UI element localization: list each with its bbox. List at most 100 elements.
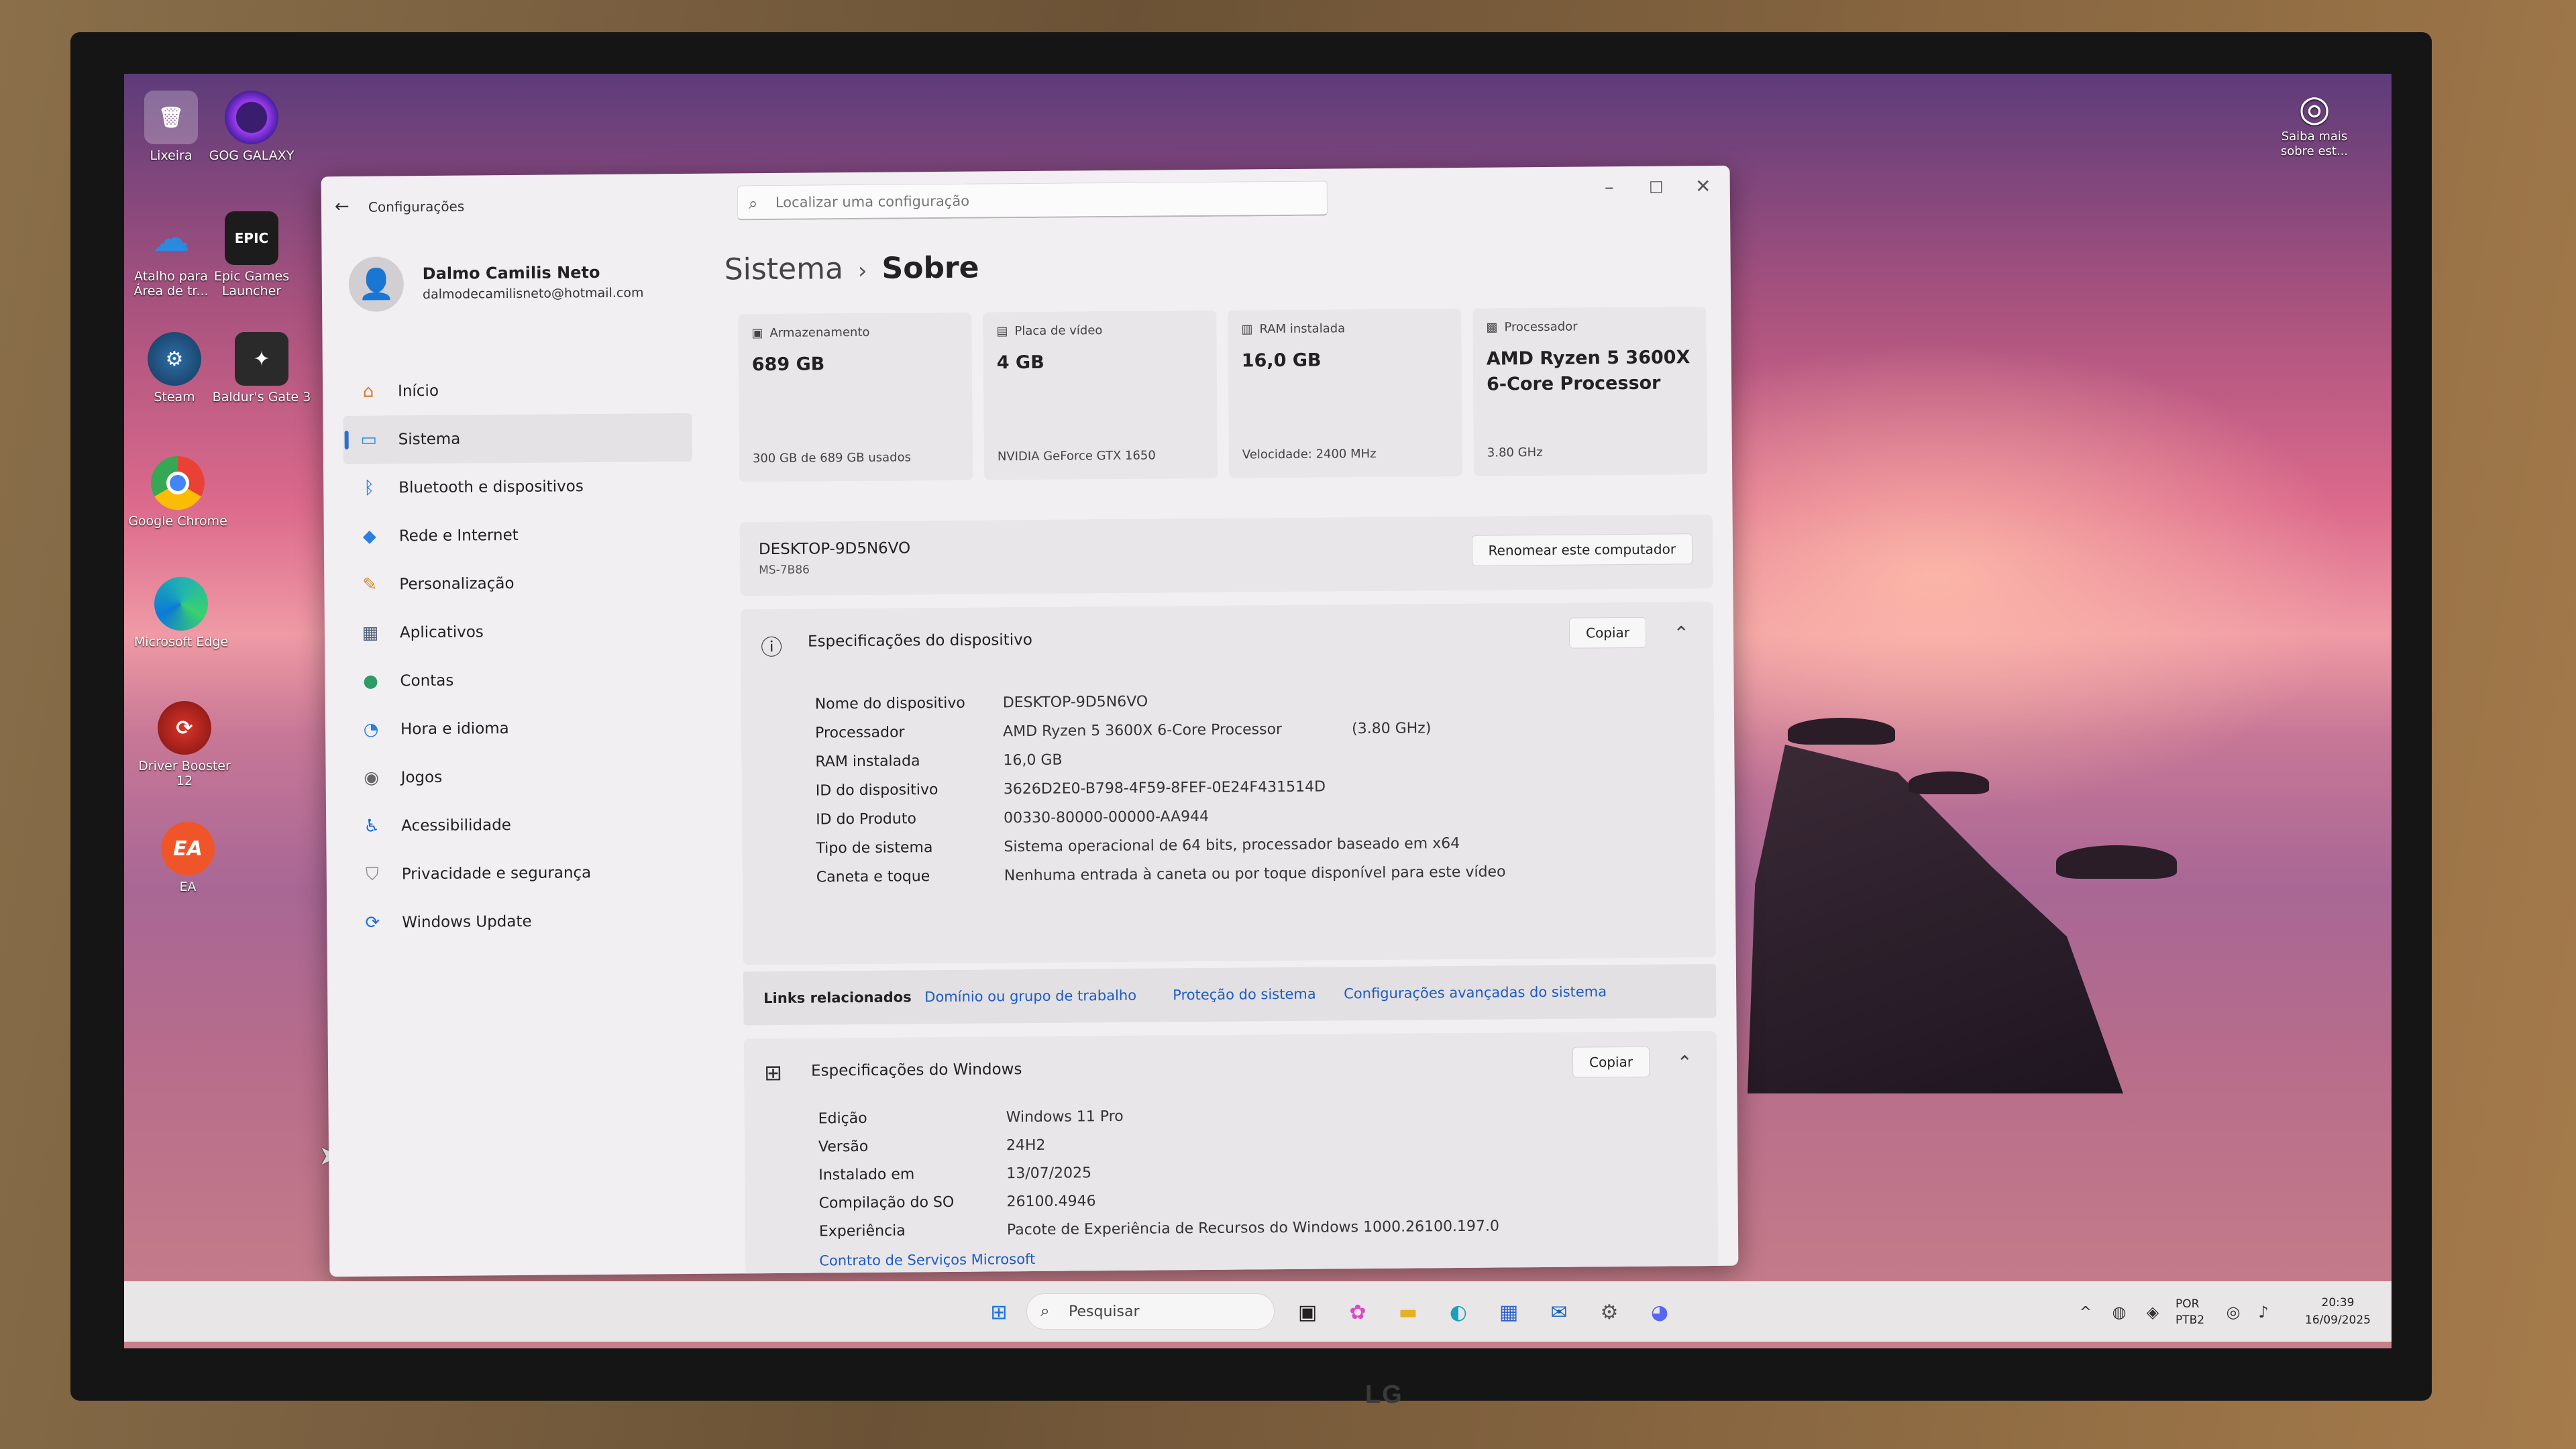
accounts-icon: ●	[363, 671, 378, 692]
file-explorer-icon[interactable]: ▬	[1392, 1296, 1424, 1328]
desktop-icon-epic-games[interactable]: EPIC Epic Games Launcher	[201, 211, 302, 299]
onedrive-icon: ☁	[152, 216, 190, 260]
sidebar-nav: ⌂ Início ▭ Sistema ᛒ Bluetooth e disposi…	[343, 365, 696, 947]
windows-specs-section: ⊞ Especificações do Windows Copiar ⌃ Edi…	[743, 1030, 1719, 1277]
link-system-protection[interactable]: Proteção do sistema	[1173, 986, 1316, 1004]
windows-update-icon: ⟳	[365, 912, 380, 933]
desktop-icon-gog-galaxy[interactable]: GOG GALAXY	[201, 91, 302, 163]
wallpaper-rock-small	[2056, 845, 2177, 879]
sidebar-item-aplicativos[interactable]: ▦ Aplicativos	[345, 606, 694, 657]
device-name: DESKTOP-9D5N6VO	[758, 539, 911, 559]
language-bottom[interactable]: PTB2	[2176, 1313, 2204, 1327]
learn-more-widget[interactable]: ◎ Saiba mais sobre est...	[2271, 87, 2358, 159]
time-language-icon: ◔	[363, 719, 379, 740]
language-top[interactable]: POR	[2176, 1297, 2199, 1311]
task-view-icon[interactable]: ▣	[1291, 1296, 1324, 1328]
settings-taskbar-icon[interactable]: ⚙	[1593, 1296, 1625, 1328]
discord-icon[interactable]: ◕	[1644, 1296, 1676, 1328]
settings-window: ← Configurações ⌕ – ☐ ✕ 👤 Dalmo Camilis …	[321, 165, 1739, 1277]
globe-icon[interactable]: ◎	[2217, 1296, 2249, 1328]
device-specs-header[interactable]: ⓘ Especificações do dispositivo Copiar ⌃	[741, 602, 1714, 674]
sidebar-item-contas[interactable]: ● Contas	[345, 655, 694, 706]
sidebar-item-acessibilidade[interactable]: ♿ Acessibilidade	[346, 800, 696, 851]
sidebar-item-sistema[interactable]: ▭ Sistema	[343, 413, 692, 465]
link-microsoft-services-agreement[interactable]: Contrato de Serviços Microsoft	[819, 1251, 1035, 1269]
settings-search-input[interactable]	[775, 188, 1313, 213]
start-windows-icon[interactable]: ⊞	[983, 1296, 1015, 1328]
sidebar-item-inicio[interactable]: ⌂ Início	[343, 365, 692, 416]
sidebar-item-personalizacao[interactable]: ✎ Personalização	[344, 558, 694, 609]
network-icon: ◆	[362, 526, 376, 547]
breadcrumb-parent[interactable]: Sistema	[724, 252, 844, 286]
storage-card[interactable]: ▣ Armazenamento 689 GB 300 GB de 689 GB u…	[738, 312, 973, 482]
gpu-card[interactable]: ▤ Placa de vídeo 4 GB NVIDIA GeForce GTX …	[983, 310, 1218, 480]
copilot-icon[interactable]: ✿	[1342, 1296, 1374, 1328]
copy-device-specs-button[interactable]: Copiar	[1568, 616, 1647, 649]
sidebar-item-privacidade[interactable]: ⛉ Privacidade e segurança	[346, 848, 696, 899]
hardware-cards: ▣ Armazenamento 689 GB 300 GB de 689 GB u…	[738, 307, 1708, 488]
search-icon: ⌕	[748, 194, 758, 213]
sidebar-item-windows-update[interactable]: ⟳ Windows Update	[347, 896, 696, 947]
bluetooth-icon: ᛒ	[364, 478, 375, 498]
outlook-icon[interactable]: ✉	[1543, 1296, 1575, 1328]
sidebar-item-jogos[interactable]: ◉ Jogos	[345, 751, 695, 802]
chevron-up-icon[interactable]: ⌃	[1676, 1051, 1693, 1073]
tray-network-icon[interactable]: ◈	[2137, 1296, 2169, 1328]
cpu-card[interactable]: ▩ Processador AMD Ryzen 5 3600X 6-Core Pr…	[1472, 307, 1708, 476]
user-email: dalmodecamilisneto@hotmail.com	[422, 285, 644, 303]
link-advanced-system-settings[interactable]: Configurações avançadas do sistema	[1344, 983, 1607, 1002]
desktop-icon-driver-booster[interactable]: ⟳ Driver Booster 12	[134, 701, 235, 788]
cpu-icon: ▩	[1486, 320, 1498, 335]
maximize-button[interactable]: ☐	[1636, 178, 1676, 197]
wallpaper-rock	[1748, 745, 2123, 1093]
ram-card[interactable]: ▥ RAM instalada 16,0 GB Velocidade: 2400 …	[1228, 308, 1463, 478]
volume-icon[interactable]: ♪	[2247, 1296, 2279, 1328]
copy-windows-specs-button[interactable]: Copiar	[1572, 1046, 1650, 1078]
page-title: Sobre	[881, 250, 979, 286]
windows-specs-header[interactable]: ⊞ Especificações do Windows Copiar ⌃	[744, 1031, 1717, 1103]
taskbar: ⊞ ⌕ Pesquisar ▣ ✿ ▬ ◐ ▦ ✉ ⚙ ◕ ^ ◍ ◈ POR …	[124, 1281, 2392, 1342]
related-links: Links relacionados Domínio ou grupo de t…	[743, 963, 1717, 1026]
chevron-up-tray-icon[interactable]: ^	[2070, 1296, 2102, 1328]
settings-search-box[interactable]: ⌕	[737, 180, 1328, 221]
clock-date[interactable]: 16/09/2025	[2298, 1313, 2378, 1327]
monitor-brand-logo: LG	[1365, 1381, 1403, 1409]
apps-icon: ▦	[362, 623, 379, 643]
desktop-icon-ea[interactable]: EA EA	[138, 822, 238, 894]
link-domain-workgroup[interactable]: Domínio ou grupo de trabalho	[924, 987, 1136, 1005]
avatar: 👤	[348, 256, 405, 312]
back-arrow-icon[interactable]: ←	[335, 197, 350, 217]
device-model: MS-7B86	[759, 563, 810, 578]
brush-icon: ✎	[362, 574, 378, 595]
store-icon[interactable]: ▦	[1493, 1296, 1525, 1328]
baldurs-gate-icon: ✦	[235, 332, 288, 386]
clock-time[interactable]: 20:39	[2298, 1296, 2378, 1309]
desktop-icon-baldurs-gate[interactable]: ✦ Baldur's Gate 3	[211, 332, 312, 405]
desktop-icon-steam[interactable]: ⚙ Steam	[124, 332, 225, 405]
device-specs-section: ⓘ Especificações do dispositivo Copiar ⌃…	[740, 601, 1716, 965]
recycle-bin-icon: 🗑	[144, 91, 198, 144]
gaming-icon: ◉	[364, 767, 380, 788]
home-icon: ⌂	[362, 381, 374, 402]
shield-icon: ⛉	[365, 864, 379, 885]
tray-app-icon[interactable]: ◍	[2103, 1296, 2135, 1328]
ea-icon: EA	[161, 822, 215, 875]
sidebar-item-bluetooth[interactable]: ᛒ Bluetooth e dispositivos	[343, 462, 693, 513]
storage-icon: ▣	[751, 326, 763, 341]
gog-galaxy-icon	[225, 91, 278, 144]
gpu-icon: ▤	[996, 324, 1008, 339]
taskbar-search[interactable]: ⌕ Pesquisar	[1026, 1293, 1275, 1330]
chrome-icon	[151, 456, 205, 510]
minimize-button[interactable]: –	[1589, 176, 1629, 198]
close-button[interactable]: ✕	[1683, 175, 1723, 197]
chevron-up-icon[interactable]: ⌃	[1673, 622, 1689, 644]
desktop-icon-chrome[interactable]: Google Chrome	[127, 456, 228, 529]
info-icon: ⓘ	[760, 634, 783, 661]
sidebar-item-hora-idioma[interactable]: ◔ Hora e idioma	[345, 703, 695, 754]
rename-pc-button[interactable]: Renomear este computador	[1471, 533, 1693, 566]
sidebar-item-rede[interactable]: ◆ Rede e Internet	[344, 510, 694, 561]
edge-taskbar-icon[interactable]: ◐	[1442, 1296, 1474, 1328]
breadcrumb-separator: ›	[857, 257, 867, 284]
desktop-icon-edge[interactable]: Microsoft Edge	[131, 577, 231, 649]
windows-logo-icon: ⊞	[763, 1059, 783, 1086]
